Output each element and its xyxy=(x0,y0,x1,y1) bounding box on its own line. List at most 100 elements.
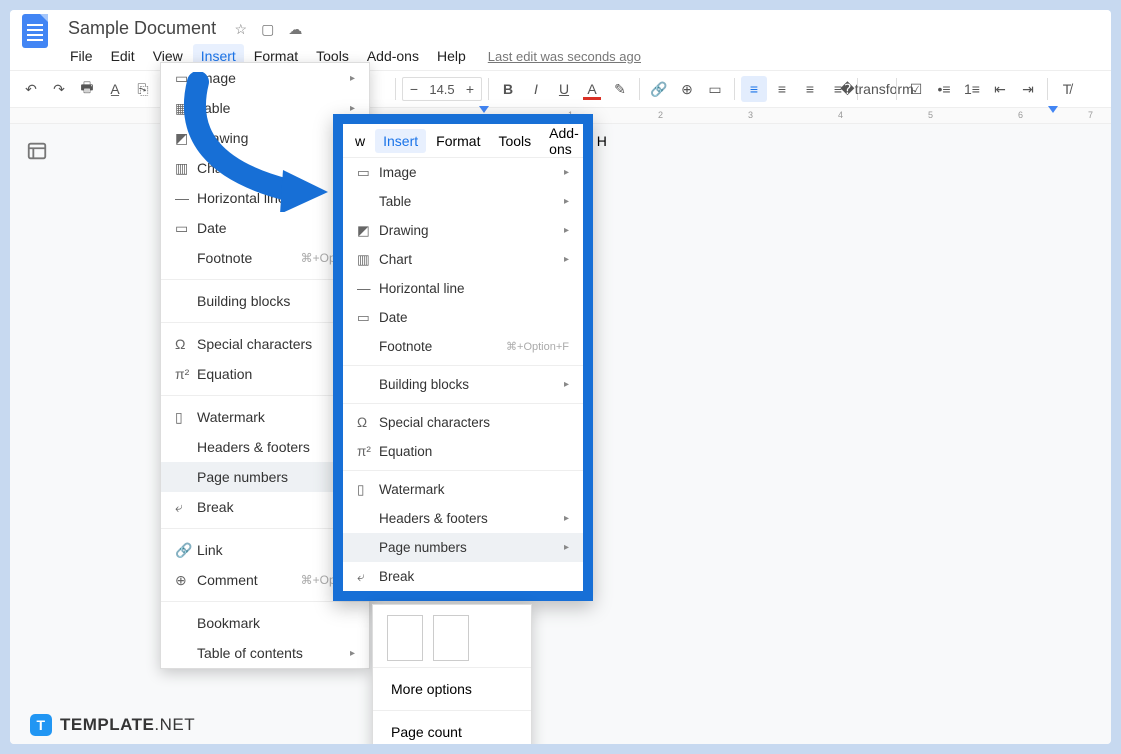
callout-special-item[interactable]: ΩSpecial characters xyxy=(343,408,583,437)
add-comment-icon[interactable]: ⊕ xyxy=(674,76,700,102)
separator xyxy=(395,78,396,100)
menu-divider xyxy=(161,601,369,602)
insert-image-item[interactable]: ▭Image▸ xyxy=(161,63,369,93)
bold-icon[interactable]: B xyxy=(495,76,521,102)
separator xyxy=(488,78,489,100)
page-count-item[interactable]: Page count xyxy=(373,711,531,744)
separator xyxy=(639,78,640,100)
move-folder-icon[interactable]: ▢ xyxy=(261,21,274,38)
callout-menu-tools[interactable]: Tools xyxy=(490,129,539,153)
submenu-arrow-icon: ▸ xyxy=(350,648,355,659)
image-icon: ▭ xyxy=(357,165,379,181)
callout-insert-dropdown: ▭Image▸ Table▸ ◩Drawing▸ ▥Chart▸ —Horizo… xyxy=(343,158,583,591)
callout-menu-insert[interactable]: Insert xyxy=(375,129,426,153)
align-right-icon[interactable]: ≡ xyxy=(797,76,823,102)
align-center-icon[interactable]: ≡ xyxy=(769,76,795,102)
callout-image-item[interactable]: ▭Image▸ xyxy=(343,158,583,187)
underline-icon[interactable]: U xyxy=(551,76,577,102)
italic-icon[interactable]: I xyxy=(523,76,549,102)
callout-date-item[interactable]: ▭Date xyxy=(343,303,583,332)
menu-file[interactable]: File xyxy=(62,44,101,68)
align-left-icon[interactable]: ≡ xyxy=(741,76,767,102)
callout-equation-item[interactable]: π²Equation xyxy=(343,437,583,466)
ruler-indent-marker-right[interactable] xyxy=(1048,106,1058,113)
clear-format-icon[interactable]: T̸ xyxy=(1054,76,1080,102)
image-icon: ▭ xyxy=(175,70,197,87)
redo-icon[interactable]: ↷ xyxy=(46,76,72,102)
star-icon[interactable]: ☆ xyxy=(235,21,248,38)
ruler-number: 4 xyxy=(838,110,843,120)
drawing-icon: ◩ xyxy=(357,223,379,239)
ruler-number: 3 xyxy=(748,110,753,120)
special-char-icon: Ω xyxy=(357,415,379,430)
callout-menu-addons[interactable]: Add-ons xyxy=(541,121,587,161)
separator xyxy=(734,78,735,100)
link-icon: 🔗 xyxy=(175,542,197,559)
equation-icon: π² xyxy=(175,366,197,382)
callout-footnote-item[interactable]: Footnote⌘+Option+F xyxy=(343,332,583,361)
font-size-stepper[interactable]: − 14.5 + xyxy=(402,77,482,101)
insert-bookmark-item[interactable]: Bookmark xyxy=(161,608,369,638)
doc-title[interactable]: Sample Document xyxy=(68,18,216,39)
page-number-preset[interactable] xyxy=(387,615,423,661)
callout-menubar: w Insert Format Tools Add-ons H xyxy=(343,124,583,158)
submenu-arrow-icon: ▸ xyxy=(350,103,355,114)
callout-break-item[interactable]: ⤶Break xyxy=(343,562,583,591)
chart-icon: ▥ xyxy=(175,160,197,177)
last-edit-link[interactable]: Last edit was seconds ago xyxy=(488,49,641,64)
font-size-increase-icon[interactable]: + xyxy=(459,81,481,97)
insert-image-icon[interactable]: ▭ xyxy=(702,76,728,102)
menu-edit[interactable]: Edit xyxy=(103,44,143,68)
ruler-number: 2 xyxy=(658,110,663,120)
callout-headers-item[interactable]: Headers & footers▸ xyxy=(343,504,583,533)
equation-icon: π² xyxy=(357,444,379,459)
checklist-icon[interactable]: ☑ xyxy=(903,76,929,102)
submenu-arrow-icon: ▸ xyxy=(350,73,355,84)
insert-link-icon[interactable]: 🔗 xyxy=(646,76,672,102)
indent-increase-icon[interactable]: ⇥ xyxy=(1015,76,1041,102)
callout-watermark-item[interactable]: ▯Watermark xyxy=(343,475,583,504)
callout-menu-format[interactable]: Format xyxy=(428,129,488,153)
numbered-list-icon[interactable]: 1≡ xyxy=(959,76,985,102)
callout-chart-item[interactable]: ▥Chart▸ xyxy=(343,245,583,274)
callout-drawing-item[interactable]: ◩Drawing▸ xyxy=(343,216,583,245)
text-color-icon[interactable]: A xyxy=(579,76,605,102)
template-net-logo-icon: T xyxy=(30,714,52,736)
chart-icon: ▥ xyxy=(357,252,379,268)
break-icon: ⤶ xyxy=(175,499,197,516)
callout-menu-help-partial: H xyxy=(589,129,615,153)
line-spacing-icon[interactable]: �transform xyxy=(864,76,890,102)
page-numbers-submenu: More options Page count xyxy=(372,604,532,744)
spellcheck-icon[interactable]: A̲ xyxy=(102,76,128,102)
print-icon[interactable]: 🖶 xyxy=(74,76,100,102)
callout-panel: w Insert Format Tools Add-ons H ▭Image▸ … xyxy=(333,114,593,601)
page-number-preset[interactable] xyxy=(433,615,469,661)
undo-icon[interactable]: ↶ xyxy=(18,76,44,102)
font-size-value[interactable]: 14.5 xyxy=(425,82,459,97)
cloud-status-icon: ☁ xyxy=(288,21,302,38)
callout-table-item[interactable]: Table▸ xyxy=(343,187,583,216)
font-size-decrease-icon[interactable]: − xyxy=(403,81,425,97)
menu-help[interactable]: Help xyxy=(429,44,474,68)
highlight-icon[interactable]: ✎ xyxy=(607,76,633,102)
more-options-item[interactable]: More options xyxy=(373,668,531,710)
bullet-list-icon[interactable]: •≡ xyxy=(931,76,957,102)
table-icon: ▦ xyxy=(175,100,197,117)
date-icon: ▭ xyxy=(357,310,379,326)
callout-blocks-item[interactable]: Building blocks▸ xyxy=(343,370,583,399)
separator xyxy=(896,78,897,100)
date-icon: ▭ xyxy=(175,220,197,237)
watermark-icon: ▯ xyxy=(357,482,379,498)
insert-toc-item[interactable]: Table of contents▸ xyxy=(161,638,369,668)
break-icon: ⤶ xyxy=(357,569,379,585)
drawing-icon: ◩ xyxy=(175,130,197,147)
ruler-number: 6 xyxy=(1018,110,1023,120)
ruler-indent-marker-left[interactable] xyxy=(479,106,489,113)
paint-format-icon[interactable]: ⎘ xyxy=(130,76,156,102)
outline-toggle-icon[interactable] xyxy=(26,140,48,162)
callout-hline-item[interactable]: —Horizontal line xyxy=(343,274,583,303)
indent-decrease-icon[interactable]: ⇤ xyxy=(987,76,1013,102)
special-char-icon: Ω xyxy=(175,336,197,352)
hline-icon: — xyxy=(175,190,197,206)
callout-page-numbers-item[interactable]: Page numbers▸ xyxy=(343,533,583,562)
